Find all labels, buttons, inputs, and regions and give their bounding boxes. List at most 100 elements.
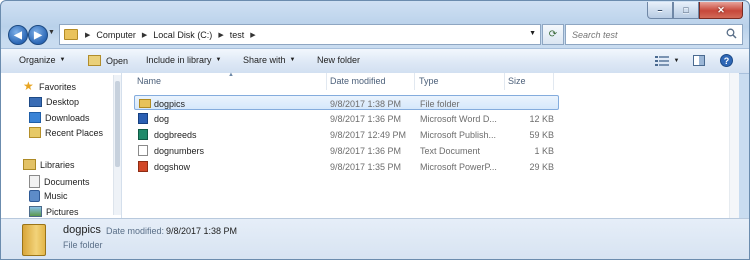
column-headers: ▲ Name Date modified Type Size <box>122 72 739 90</box>
maximize-icon: □ <box>683 5 689 15</box>
file-size: 29 KB <box>529 162 554 172</box>
navigation-pane: ★ Favorites Desktop Downloads Recent Pla… <box>1 73 122 218</box>
recent-pages-dropdown[interactable]: ▼ <box>48 29 55 36</box>
file-row-dogpics[interactable]: dogpics 9/8/2017 1:38 PM File folder <box>134 95 559 110</box>
pictures-icon <box>29 206 42 217</box>
breadcrumb-local-disk[interactable]: Local Disk (C:) <box>150 30 215 40</box>
details-type: File folder <box>63 240 103 250</box>
libraries-icon <box>23 159 36 170</box>
file-name: dog <box>154 114 170 124</box>
nav-item-recent-places[interactable]: Recent Places <box>29 127 103 138</box>
chevron-down-icon[interactable]: ▼ <box>674 58 680 64</box>
nav-libraries-label: Libraries <box>40 159 75 170</box>
navigation-pane-scrollbar[interactable] <box>113 75 121 215</box>
help-button[interactable]: ? <box>717 52 735 69</box>
forward-arrow-icon: ▶ <box>34 29 42 41</box>
minimize-icon: – <box>657 5 663 15</box>
organize-button[interactable]: Organize ▼ <box>19 55 65 65</box>
recent-places-icon <box>29 127 41 138</box>
downloads-icon <box>29 112 41 123</box>
chevron-right-icon[interactable]: ▶ <box>139 31 150 39</box>
column-divider[interactable] <box>326 73 327 90</box>
file-list-scrollbar[interactable] <box>729 73 739 218</box>
file-type: Text Document <box>420 146 481 156</box>
column-header-date-modified[interactable]: Date modified <box>330 76 386 86</box>
command-bar: Organize ▼ Open Include in library ▼ Sha… <box>1 48 749 74</box>
chevron-right-icon[interactable]: ▶ <box>247 31 258 39</box>
file-date-modified: 9/8/2017 1:35 PM <box>330 162 402 172</box>
breadcrumb-test[interactable]: test <box>227 30 248 40</box>
title-bar: – □ ✕ <box>1 1 749 21</box>
file-type: Microsoft Word D... <box>420 114 497 124</box>
column-header-type[interactable]: Type <box>419 76 439 86</box>
column-divider[interactable] <box>553 73 554 90</box>
column-header-name[interactable]: Name <box>137 76 161 86</box>
address-dropdown-icon[interactable]: ▼ <box>529 30 536 37</box>
chevron-right-icon[interactable]: ▶ <box>215 31 226 39</box>
explorer-window: – □ ✕ ◀ ▶ ▼ ▶ Computer ▶ Local Disk (C:)… <box>0 0 750 260</box>
include-in-library-label: Include in library <box>146 55 212 65</box>
file-row-dog[interactable]: dog 9/8/2017 1:36 PM Microsoft Word D...… <box>134 111 559 126</box>
search-input[interactable] <box>570 28 724 41</box>
back-button[interactable]: ◀ <box>8 25 28 45</box>
chevron-down-icon: ▼ <box>289 57 296 63</box>
file-size: 1 KB <box>534 146 554 156</box>
chevron-down-icon: ▼ <box>59 57 66 63</box>
refresh-button[interactable]: ⟳ <box>542 24 564 45</box>
share-with-button[interactable]: Share with ▼ <box>243 55 295 65</box>
minimize-button[interactable]: – <box>647 2 673 19</box>
nav-item-downloads[interactable]: Downloads <box>29 112 90 123</box>
preview-pane-icon <box>693 55 705 66</box>
details-date-label: Date modified: <box>106 226 165 236</box>
details-pane: dogpics Date modified: 9/8/2017 1:38 PM … <box>1 218 749 259</box>
close-button[interactable]: ✕ <box>699 2 743 19</box>
search-icon[interactable] <box>726 28 737 39</box>
sort-ascending-icon: ▲ <box>228 72 234 78</box>
column-divider[interactable] <box>414 73 415 90</box>
file-row-dogshow[interactable]: dogshow 9/8/2017 1:35 PM Microsoft Power… <box>134 159 559 174</box>
nav-item-label: Downloads <box>45 112 90 123</box>
file-row-dogbreeds[interactable]: dogbreeds 9/8/2017 12:49 PM Microsoft Pu… <box>134 127 559 142</box>
file-name: dogbreeds <box>154 130 197 140</box>
breadcrumb-computer[interactable]: Computer <box>93 30 139 40</box>
file-type: Microsoft Publish... <box>420 130 497 140</box>
word-document-icon <box>138 113 148 124</box>
nav-favorites[interactable]: ★ Favorites <box>23 80 77 92</box>
change-view-button[interactable]: ▼ <box>652 52 682 69</box>
scrollbar-thumb[interactable] <box>115 81 120 167</box>
close-icon: ✕ <box>717 4 725 15</box>
forward-button[interactable]: ▶ <box>28 25 48 45</box>
column-header-size[interactable]: Size <box>508 76 526 86</box>
address-bar[interactable]: ▶ Computer ▶ Local Disk (C:) ▶ test ▶ ▼ <box>59 24 541 45</box>
nav-favorites-label: Favorites <box>39 81 77 92</box>
nav-item-label: Documents <box>44 176 90 187</box>
search-box[interactable] <box>565 24 743 45</box>
column-divider[interactable] <box>504 73 505 90</box>
nav-libraries[interactable]: Libraries <box>23 159 75 170</box>
nav-item-documents[interactable]: Documents <box>29 175 90 188</box>
file-date-modified: 9/8/2017 1:36 PM <box>330 146 402 156</box>
file-name: dogpics <box>154 99 186 109</box>
file-name: dognumbers <box>154 146 205 156</box>
open-label: Open <box>106 55 129 66</box>
documents-icon <box>29 175 40 188</box>
preview-pane-button[interactable] <box>690 52 708 69</box>
maximize-button[interactable]: □ <box>673 2 699 19</box>
nav-item-pictures[interactable]: Pictures <box>29 206 79 217</box>
folder-icon <box>139 99 151 108</box>
include-in-library-button[interactable]: Include in library ▼ <box>146 55 221 65</box>
nav-item-label: Recent Places <box>45 127 104 138</box>
text-document-icon <box>138 145 148 156</box>
publisher-document-icon <box>138 129 148 140</box>
nav-item-label: Desktop <box>46 97 80 107</box>
chevron-right-icon[interactable]: ▶ <box>82 31 93 39</box>
file-row-dognumbers[interactable]: dognumbers 9/8/2017 1:36 PM Text Documen… <box>134 143 559 158</box>
folder-icon <box>22 224 46 256</box>
help-icon: ? <box>719 54 733 67</box>
nav-item-desktop[interactable]: Desktop <box>29 97 79 107</box>
open-button[interactable]: Open <box>88 55 128 66</box>
share-with-label: Share with <box>243 55 286 65</box>
powerpoint-document-icon <box>138 161 148 172</box>
new-folder-button[interactable]: New folder <box>317 55 360 65</box>
nav-item-music[interactable]: Music <box>29 190 68 202</box>
